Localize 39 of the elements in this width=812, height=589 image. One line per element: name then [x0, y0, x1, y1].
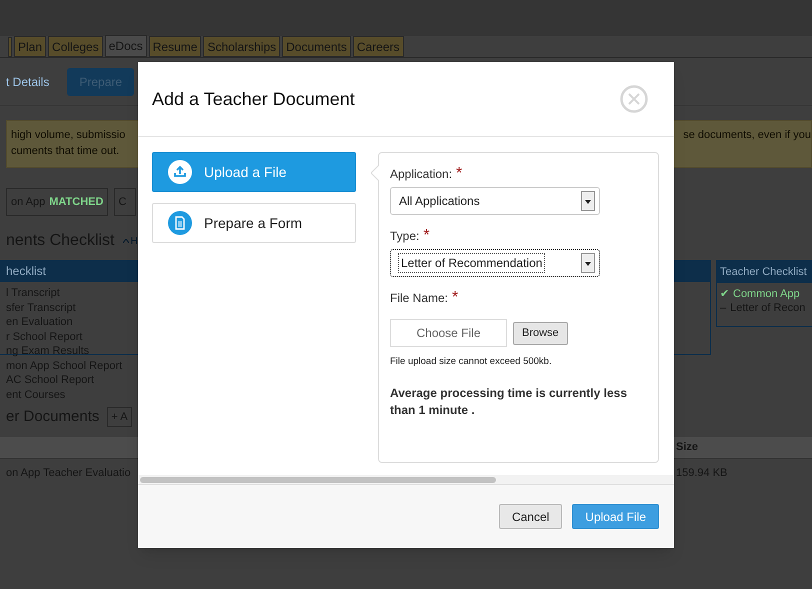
processing-note: Average processing time is currently less than 1 minute . — [390, 385, 628, 420]
field-label: File Name: — [390, 290, 448, 307]
field-label: Type: — [390, 228, 420, 245]
required-mark: * — [423, 228, 430, 244]
browse-button[interactable]: Browse — [513, 322, 568, 344]
upload-icon — [168, 160, 192, 184]
upload-button[interactable]: Upload File — [572, 504, 659, 529]
field-label: Application: — [390, 166, 452, 183]
tab[interactable]: Resume — [148, 36, 202, 57]
notice-text: high volume, submissio — [11, 128, 126, 143]
tab[interactable]: Careers — [352, 36, 404, 57]
file-name-field[interactable]: Choose File — [390, 319, 507, 347]
size-note: File upload size cannot exceed 500kb. — [390, 355, 553, 369]
status-mark: ✔ — [720, 287, 729, 301]
select-field[interactable]: Letter of Recommendation — [390, 249, 600, 277]
dialog-title: Add a Teacher Document — [152, 88, 355, 110]
required-mark: * — [456, 166, 462, 182]
option-button[interactable]: Upload a File — [152, 152, 356, 192]
notice-text: se documents, even if you — [683, 128, 811, 143]
cancel-button[interactable]: Cancel — [498, 504, 562, 529]
column-header: Size — [676, 440, 698, 456]
details-link[interactable]: t Details — [6, 72, 50, 90]
checklist-header: hecklist — [6, 263, 46, 280]
checklist-header: Teacher Checklist — [720, 264, 807, 280]
tab[interactable]: Scholarships — [203, 36, 280, 57]
option-button[interactable]: Prepare a Form — [152, 203, 356, 243]
caret-up-icon — [122, 239, 128, 243]
select-field[interactable]: All Applications — [390, 187, 600, 215]
tab[interactable]: Colleges — [48, 36, 103, 57]
required-mark: * — [452, 290, 458, 306]
tab[interactable]: Documents — [282, 36, 351, 57]
status-mark: – — [720, 301, 726, 315]
tab[interactable]: Plan — [14, 36, 46, 57]
collapse-link[interactable]: H — [122, 234, 138, 248]
checklist-item: Common App — [733, 287, 800, 301]
scrollbar-thumb[interactable] — [140, 476, 496, 482]
document-icon — [168, 211, 192, 235]
close-icon[interactable] — [620, 85, 648, 113]
notice-text: cuments that time out. — [11, 144, 120, 159]
